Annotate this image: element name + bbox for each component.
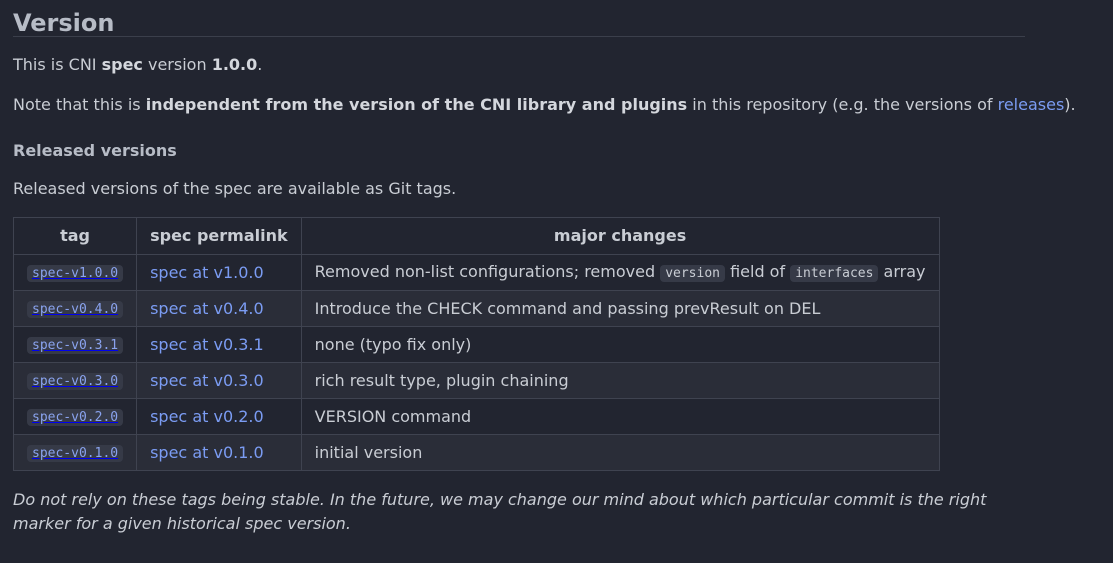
change-cell: rich result type, plugin chaining [300,362,940,399]
spec-permalink-link[interactable]: spec at v0.3.1 [150,335,264,354]
intro-text: This is CNI [13,55,102,74]
intro-bold-version: 1.0.0 [211,55,258,74]
document-page: Version This is CNI spec version 1.0.0. … [0,0,1113,563]
tag-link[interactable]: spec-v0.3.0 [27,370,124,390]
change-text: field of [724,261,791,281]
spec-permalink-link[interactable]: spec at v1.0.0 [150,263,264,282]
note-text: in this repository (e.g. the versions of [687,95,998,114]
tag-link[interactable]: spec-v0.2.0 [27,406,124,426]
permalink-cell: spec at v0.1.0 [136,434,302,471]
header-spec-permalink: spec permalink [136,217,302,255]
spec-permalink-link[interactable]: spec at v0.2.0 [150,407,264,426]
table-row: spec-v0.1.0 spec at v0.1.0 initial versi… [12,434,940,471]
intro-text: . [257,55,263,74]
tag-code: spec-v0.1.0 [27,444,124,462]
intro-paragraph: This is CNI spec version 1.0.0. [13,54,1100,76]
tag-cell: spec-v0.2.0 [12,398,138,435]
permalink-cell: spec at v0.2.0 [136,398,302,435]
tag-cell: spec-v0.1.0 [12,434,138,471]
spec-permalink-link[interactable]: spec at v0.4.0 [150,299,264,318]
change-cell: Introduce the CHECK command and passing … [300,290,940,327]
header-major-changes: major changes [300,217,940,255]
spec-permalink-link[interactable]: spec at v0.1.0 [150,443,264,462]
note-text: Note that this is [13,95,146,114]
tag-cell: spec-v0.3.1 [12,326,138,363]
page-title: Version [13,0,1025,37]
tag-code: spec-v0.2.0 [27,408,124,426]
tag-code: spec-v0.3.0 [27,372,124,390]
versions-table: tag spec permalink major changes spec-v1… [12,217,940,471]
note-bold: independent from the version of the CNI … [145,95,688,114]
intro-bold-spec: spec [101,55,143,74]
tag-cell: spec-v0.3.0 [12,362,138,399]
stability-footnote: Do not rely on these tags being stable. … [13,490,987,533]
change-text: Removed non-list configurations; removed [314,261,661,281]
table-row: spec-v0.3.0 spec at v0.3.0 rich result t… [12,362,940,399]
released-versions-heading: Released versions [13,141,177,160]
inline-code: version [660,264,725,282]
inline-code: interfaces [790,264,879,282]
table-row: spec-v0.2.0 spec at v0.2.0 VERSION comma… [12,398,940,435]
tag-cell: spec-v1.0.0 [12,254,138,291]
independence-note: Note that this is independent from the v… [13,94,1100,116]
tag-code: spec-v0.3.1 [27,336,124,354]
releases-link[interactable]: releases [998,95,1065,114]
change-cell: VERSION command [300,398,940,435]
table-header-row: tag spec permalink major changes [12,217,940,255]
tag-link[interactable]: spec-v1.0.0 [27,262,124,282]
permalink-cell: spec at v0.3.1 [136,326,302,363]
change-cell: Removed non-list configurations; removed… [300,254,940,291]
tag-link[interactable]: spec-v0.4.0 [27,298,124,318]
change-text: array [878,261,926,281]
table-row: spec-v0.3.1 spec at v0.3.1 none (typo fi… [12,326,940,363]
permalink-cell: spec at v0.4.0 [136,290,302,327]
tag-code: spec-v0.4.0 [27,300,124,318]
header-tag: tag [12,217,138,255]
tag-link[interactable]: spec-v0.1.0 [27,442,124,462]
intro-text: version [142,55,212,74]
permalink-cell: spec at v1.0.0 [136,254,302,291]
released-versions-description: Released versions of the spec are availa… [13,179,457,198]
tag-cell: spec-v0.4.0 [12,290,138,327]
change-cell: initial version [300,434,940,471]
table-row: spec-v0.4.0 spec at v0.4.0 Introduce the… [12,290,940,327]
permalink-cell: spec at v0.3.0 [136,362,302,399]
note-text: ). [1064,95,1076,114]
spec-permalink-link[interactable]: spec at v0.3.0 [150,371,264,390]
table-row: spec-v1.0.0 spec at v1.0.0 Removed non-l… [12,254,940,291]
change-cell: none (typo fix only) [300,326,940,363]
tag-link[interactable]: spec-v0.3.1 [27,334,124,354]
tag-code: spec-v1.0.0 [27,264,124,282]
